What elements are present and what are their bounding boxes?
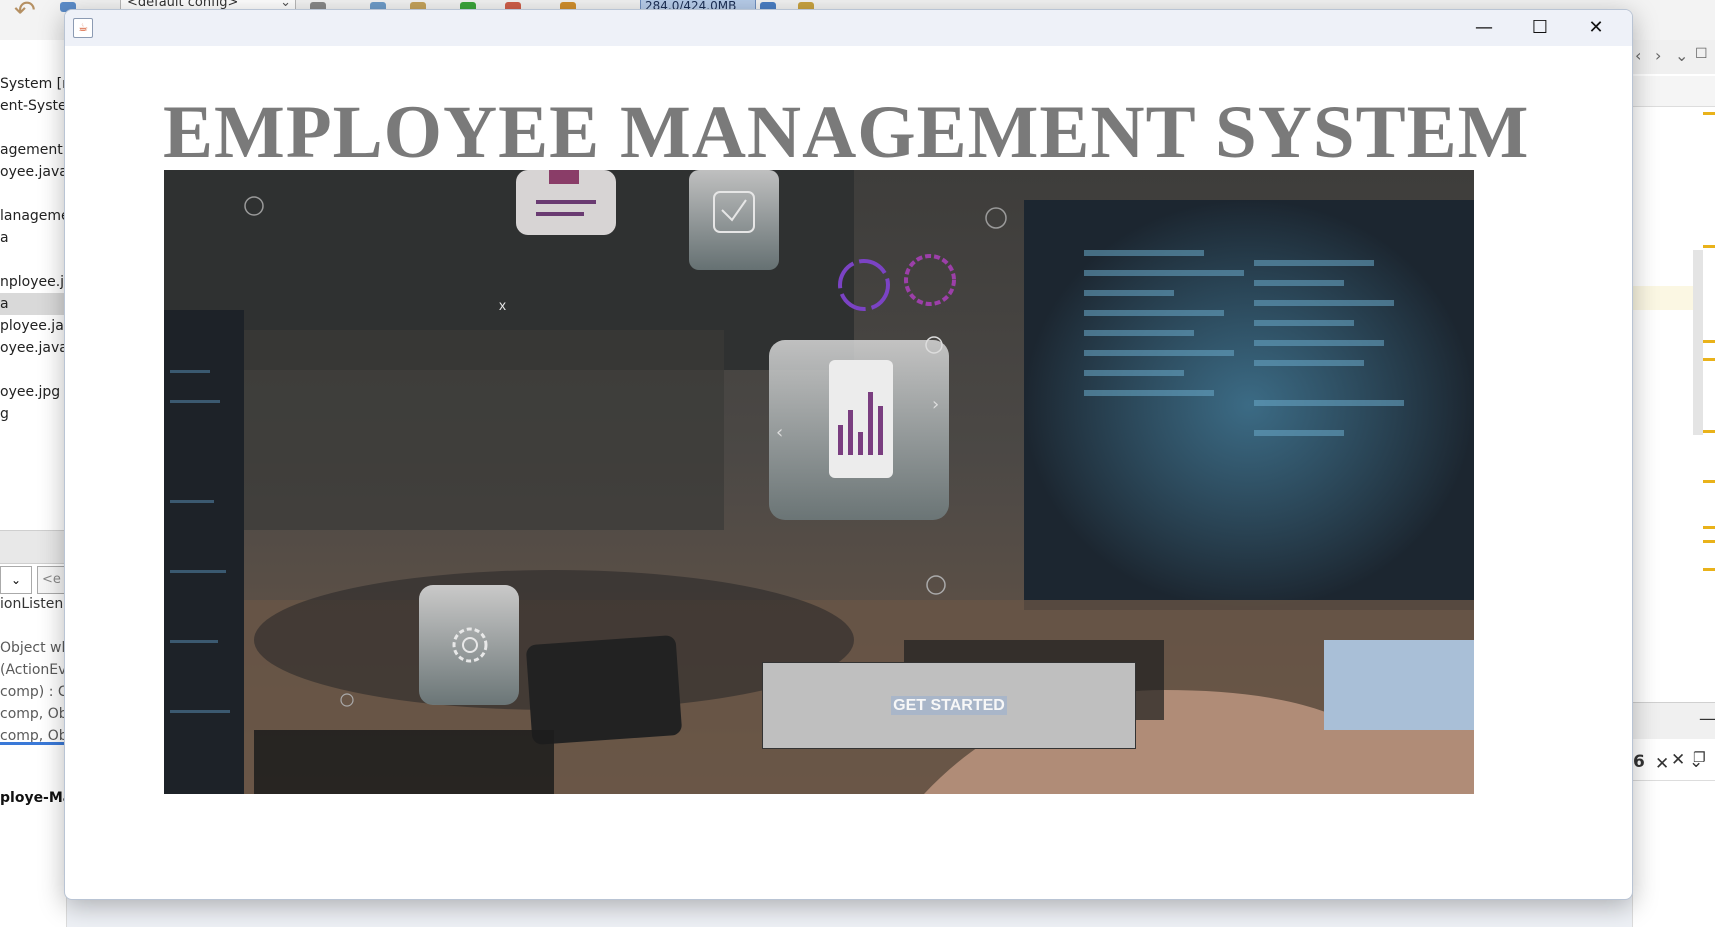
window-titlebar[interactable]: ☕ — ☐ ✕ bbox=[65, 10, 1632, 46]
outline-item[interactable]: comp, Ob bbox=[0, 706, 66, 722]
overview-marker[interactable] bbox=[1703, 540, 1715, 543]
hero-image: x ‹ › GET STARTED bbox=[164, 170, 1474, 794]
outline-item[interactable]: (ActionEve bbox=[0, 662, 66, 678]
overview-marker[interactable] bbox=[1703, 340, 1715, 343]
console-panel-header: — bbox=[1633, 702, 1715, 739]
outline-filter-combo[interactable]: ⌄ bbox=[0, 566, 32, 594]
editor-scrollbar[interactable] bbox=[1693, 250, 1703, 435]
get-started-label: GET STARTED bbox=[891, 696, 1007, 715]
chevron-down-icon[interactable]: ⌄ bbox=[1675, 46, 1688, 65]
page-title: EMPLOYEE MANAGEMENT SYSTEM bbox=[163, 91, 1530, 174]
maximize-button[interactable]: ☐ bbox=[1512, 10, 1568, 46]
tree-item[interactable]: ent-Systen bbox=[0, 95, 66, 117]
tab-suffix: 6 bbox=[1633, 752, 1645, 772]
overview-marker[interactable] bbox=[1703, 526, 1715, 529]
tree-item[interactable]: g bbox=[0, 403, 66, 425]
tree-item[interactable]: oyee.jpg bbox=[0, 381, 66, 403]
overview-marker[interactable] bbox=[1703, 568, 1715, 571]
overview-marker[interactable] bbox=[1703, 430, 1715, 433]
tree-item[interactable]: ployee.jav bbox=[0, 315, 66, 337]
close-button[interactable]: ✕ bbox=[1568, 10, 1624, 46]
chevron-down-icon[interactable]: ⌄ bbox=[1689, 752, 1703, 772]
app-window: ☕ — ☐ ✕ EMPLOYEE MANAGEMENT SYSTEM x ‹ ›… bbox=[64, 9, 1633, 900]
maximize-view-icon[interactable]: ☐ bbox=[1695, 46, 1708, 62]
editor-right-edge: ‹ › ⌄ ☐ — ✕ ❐ 6 ✕ ⌄ bbox=[1632, 40, 1715, 927]
tree-item[interactable]: System [m bbox=[0, 73, 66, 95]
chevron-left-icon[interactable]: ‹ bbox=[1635, 46, 1641, 65]
tree-item[interactable]: oyee.java bbox=[0, 337, 66, 359]
editor-nav-bar: ‹ › ⌄ ☐ bbox=[1633, 40, 1715, 74]
outline-item[interactable]: Object wh bbox=[0, 640, 66, 656]
chevron-right-icon[interactable]: › bbox=[1655, 46, 1661, 65]
minimize-button[interactable]: — bbox=[1456, 10, 1512, 46]
java-app-icon: ☕ bbox=[73, 18, 93, 38]
overview-marker[interactable] bbox=[1703, 245, 1715, 248]
svg-text:x: x bbox=[499, 297, 506, 313]
tree-item[interactable]: a bbox=[0, 227, 66, 249]
undo-icon[interactable]: ↶ bbox=[14, 0, 36, 24]
active-view-indicator bbox=[0, 742, 66, 745]
project-explorer-panel: System [m ent-Systen agement.s oyee.java… bbox=[0, 40, 72, 927]
minimize-view-icon[interactable]: — bbox=[1699, 709, 1715, 729]
tree-item[interactable]: agement.s bbox=[0, 139, 66, 161]
tree-item[interactable]: nployee.ja bbox=[0, 271, 66, 293]
overview-marker[interactable] bbox=[1703, 112, 1715, 115]
close-icon[interactable]: ✕ bbox=[1671, 750, 1685, 770]
outline-header: ionListene bbox=[0, 596, 66, 612]
close-icon[interactable]: ✕ bbox=[1655, 754, 1669, 774]
svg-text:‹: ‹ bbox=[776, 422, 783, 443]
tree-item-selected[interactable]: a bbox=[0, 293, 66, 315]
overview-ruler-header bbox=[1633, 76, 1715, 107]
tree-item[interactable]: oyee.java bbox=[0, 161, 66, 183]
outline-item[interactable]: comp) : Co bbox=[0, 684, 66, 700]
panel-divider bbox=[0, 530, 66, 564]
editor-tab-label[interactable]: ploye-Ma bbox=[0, 790, 66, 806]
current-line-highlight bbox=[1633, 286, 1695, 310]
get-started-button[interactable]: GET STARTED bbox=[762, 662, 1136, 749]
overview-marker[interactable] bbox=[1703, 358, 1715, 361]
tree-item[interactable]: lanageme bbox=[0, 205, 66, 227]
outline-item[interactable]: comp, Ob bbox=[0, 728, 66, 742]
svg-text:›: › bbox=[932, 394, 939, 415]
overview-marker[interactable] bbox=[1703, 480, 1715, 483]
